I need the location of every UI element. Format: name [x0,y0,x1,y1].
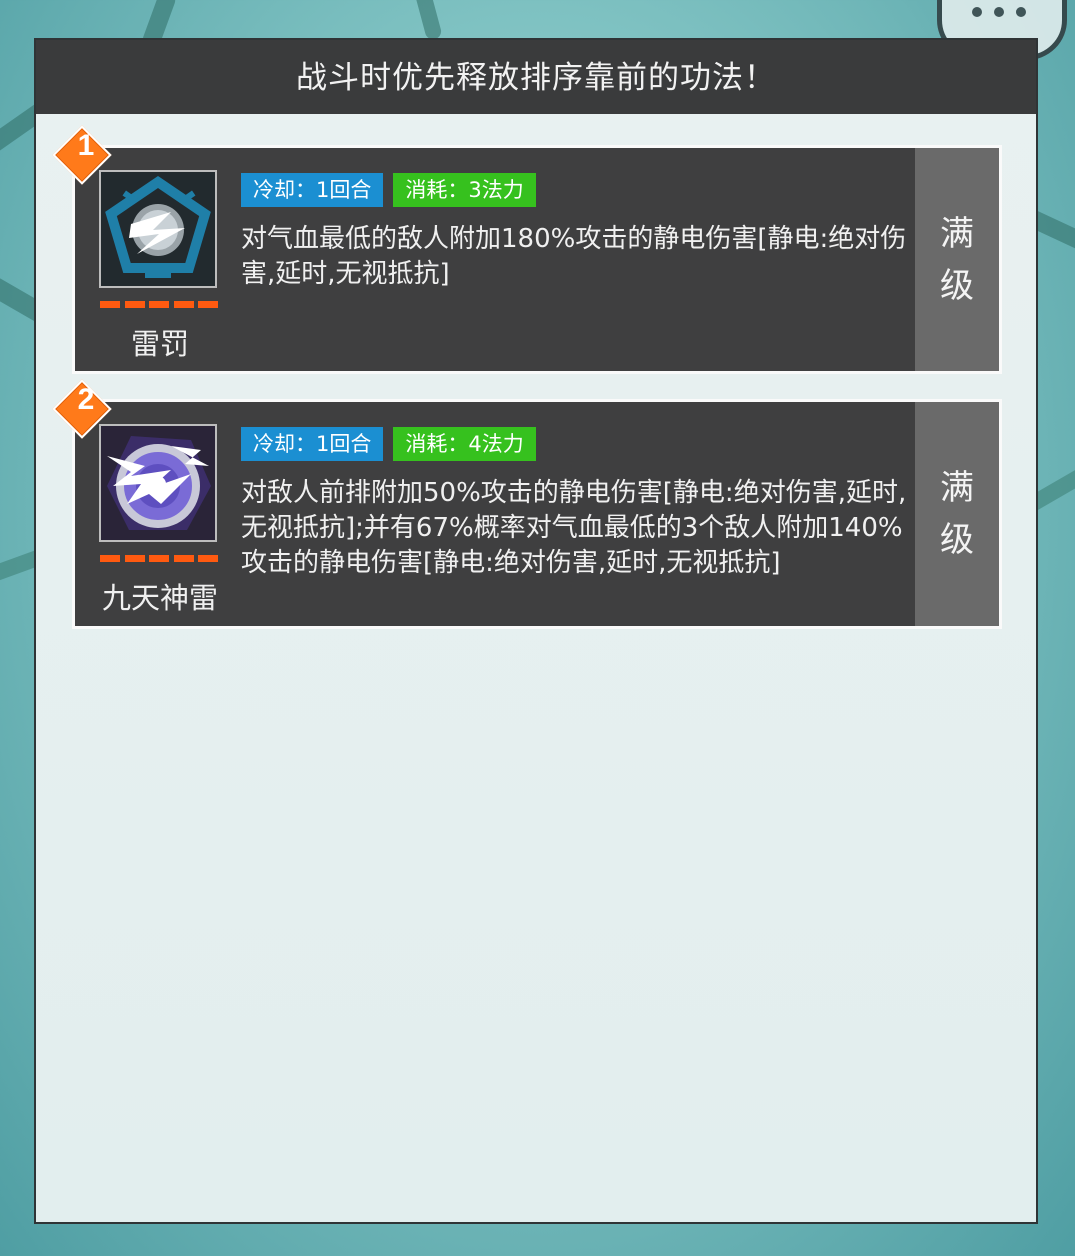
skill-level-bars [100,301,218,308]
skill-description: 对敌人前排附加50%攻击的静电伤害[静电:绝对伤害,延时,无视抵抗];并有67%… [241,478,907,578]
rank-number: 1 [77,129,95,162]
level-status-bottom: 级 [940,265,974,306]
bamboo-leaf-decoration [413,0,443,42]
level-status-top: 满 [940,468,974,508]
skill-card[interactable]: 2 九天神雷 冷却：1回合 消耗：4法力 对敌人前排附加50%攻击的静电伤害[静… [52,379,1002,629]
skill-level-bars [100,555,218,562]
cooldown-tag: 冷却：1回合 [241,427,384,461]
cooldown-tag: 冷却：1回合 [241,173,384,207]
level-status: 满 级 [915,148,999,371]
level-status-bottom: 级 [940,520,974,560]
level-status: 满 级 [915,402,999,626]
mana-cost-tag: 消耗：3法力 [393,173,536,207]
panel-title: 战斗时优先释放排序靠前的功法！ [36,40,1036,114]
skill-card[interactable]: 1 雷罚 冷却：1回合 消耗：3法力 对气血最低的敌人附加180%攻击的静电伤害… [52,125,1002,374]
lightning-pentagon-icon [99,170,217,288]
purple-lightning-orb-icon [99,424,217,542]
skill-description: 对气血最低的敌人附加180%攻击的静电伤害[静电:绝对伤害,延时,无视抵抗] [241,224,907,289]
skill-order-panel: 战斗时优先释放排序靠前的功法！ 1 雷罚 冷却：1回合 消耗：3法力 对气血最低… [34,38,1038,1224]
level-status-top: 满 [940,213,974,254]
mana-cost-tag: 消耗：4法力 [393,427,536,461]
skill-name: 雷罚 [130,327,189,361]
skill-name: 九天神雷 [101,581,218,615]
rank-number: 2 [77,383,95,416]
